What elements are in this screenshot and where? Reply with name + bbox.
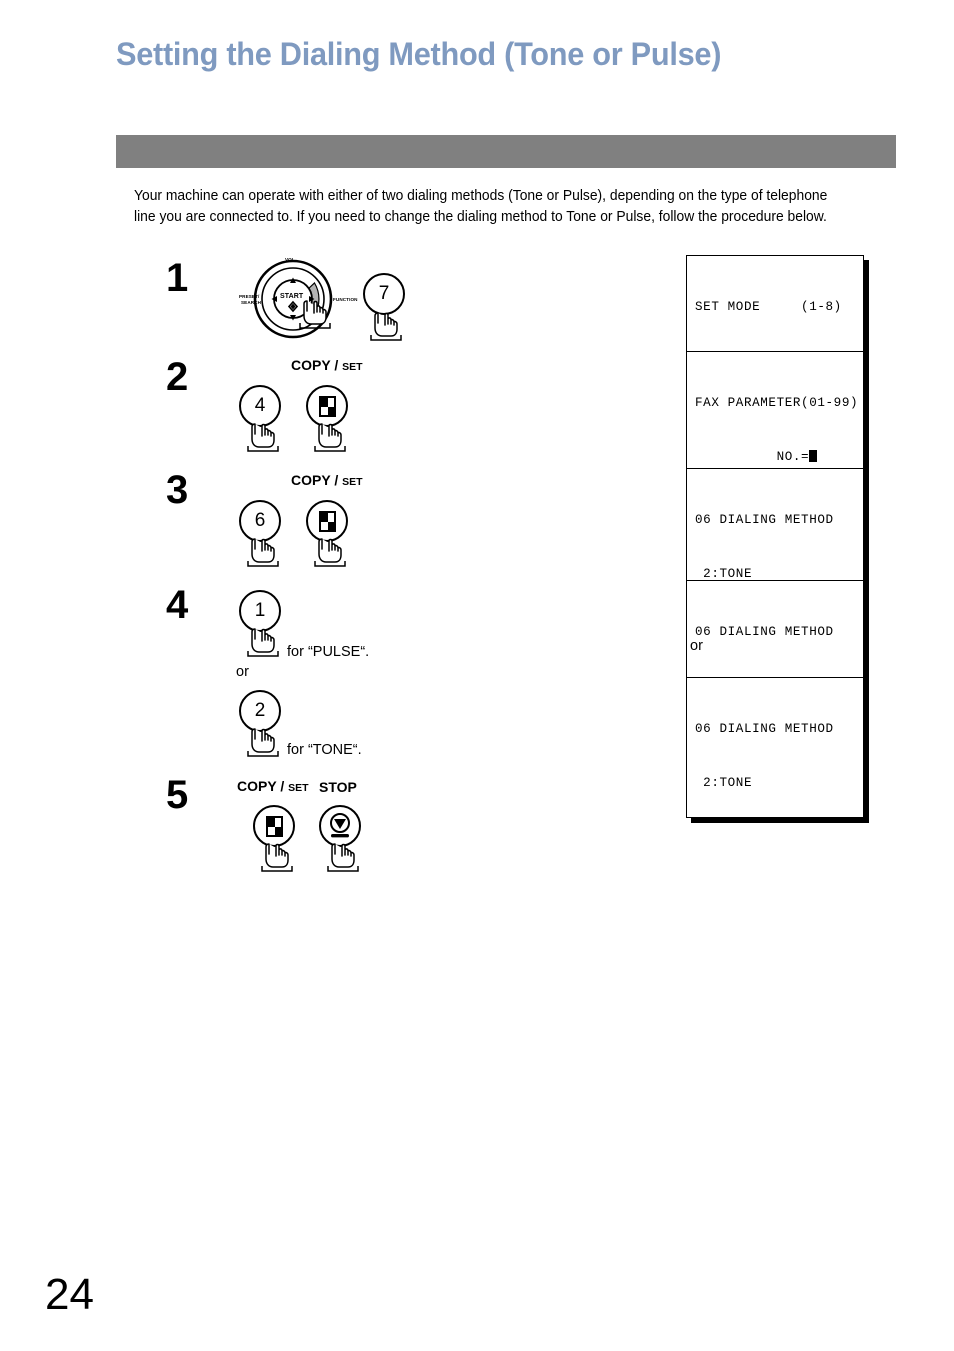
step-number-3: 3	[166, 468, 189, 512]
pressing-hand-icon	[313, 422, 347, 452]
copy-label: COPY	[291, 472, 331, 488]
lcd-line-2: 2:TONE	[695, 776, 753, 791]
dial-vol-label: VOL.	[285, 257, 297, 262]
lcd-line-1: FAX PARAMETER(01-99)	[695, 395, 859, 410]
step4-or-text: or	[236, 664, 249, 680]
section-divider-bar	[116, 135, 896, 168]
key-6[interactable]: 6	[239, 500, 281, 542]
step-number-1: 1	[166, 256, 189, 300]
copy-label: COPY	[237, 778, 277, 794]
document-page-icon	[318, 395, 336, 417]
document-page-icon	[318, 510, 336, 532]
key-copy-set[interactable]	[306, 500, 348, 542]
lcd-line-1: 06 DIALING METHOD	[695, 721, 834, 736]
key-copy-set[interactable]	[253, 805, 295, 847]
step-number-4: 4	[166, 583, 189, 627]
key-2[interactable]: 2	[239, 690, 281, 732]
set-label: SET	[342, 476, 363, 488]
intro-paragraph: Your machine can operate with either of …	[134, 188, 828, 225]
dial-function-label: FUNCTION	[333, 297, 358, 302]
key-4-label: 4	[254, 395, 266, 416]
key-6-label: 6	[254, 510, 266, 531]
copy-set-caption: COPY / SET	[291, 472, 363, 488]
document-page-icon	[265, 815, 283, 837]
copy-set-caption: COPY / SET	[291, 357, 363, 373]
caption-slash: /	[276, 778, 289, 794]
page-title: Setting the Dialing Method (Tone or Puls…	[116, 36, 722, 72]
stop-icon	[330, 813, 350, 838]
lcd-line-2: NO.=	[695, 448, 855, 466]
step-number-2: 2	[166, 355, 189, 399]
lcd-display-step4-tone: 06 DIALING METHOD 2:TONE	[686, 677, 864, 818]
pressing-hand-icon	[246, 627, 280, 657]
pressing-hand-icon	[313, 537, 347, 567]
lcd-line-2-text: NO.=	[695, 450, 810, 465]
lcd-cursor-block	[809, 450, 818, 463]
key-4[interactable]: 4	[239, 385, 281, 427]
step-number-5: 5	[166, 773, 189, 817]
stop-caption: STOP	[319, 779, 357, 795]
key-7[interactable]: 7	[363, 273, 405, 315]
lcd-line-1: SET MODE (1-8)	[695, 299, 842, 314]
set-label: SET	[342, 361, 363, 373]
copy-label: COPY	[291, 357, 331, 373]
key-1[interactable]: 1	[239, 590, 281, 632]
key-7-label: 7	[378, 283, 390, 304]
pressing-hand-icon	[246, 727, 280, 757]
pressing-hand-icon	[246, 537, 280, 567]
copy-set-caption: COPY / SET	[237, 778, 309, 794]
caption-slash: /	[330, 357, 343, 373]
key-1-label: 1	[254, 600, 266, 621]
caption-slash: /	[330, 472, 343, 488]
key-2-label: 2	[254, 700, 266, 721]
pressing-hand-icon	[246, 422, 280, 452]
lcd-or-text: or	[690, 638, 703, 654]
dial-search-label: SEARCH	[241, 300, 261, 305]
pressing-hand-icon	[326, 842, 360, 872]
key-stop[interactable]	[319, 805, 361, 847]
lcd-line-1: 06 DIALING METHOD	[695, 624, 834, 639]
set-label: SET	[288, 782, 309, 794]
pressing-hand-icon	[369, 311, 403, 341]
key-copy-set[interactable]	[306, 385, 348, 427]
page-number: 24	[45, 1270, 94, 1319]
for-tone-note: for “TONE“.	[287, 742, 362, 758]
pressing-hand-icon	[260, 842, 294, 872]
lcd-line-1: 06 DIALING METHOD	[695, 512, 834, 527]
dial-preset-label: PRESET/	[239, 294, 260, 299]
for-pulse-note: for “PULSE“.	[287, 644, 370, 660]
pressing-hand-icon	[298, 299, 332, 329]
